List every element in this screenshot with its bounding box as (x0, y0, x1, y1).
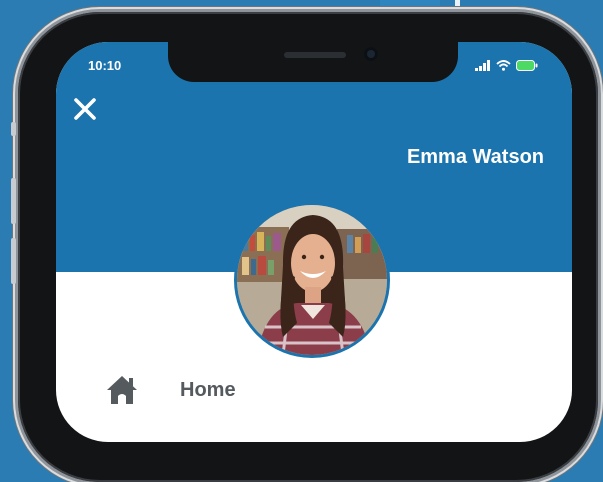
volume-down-button (11, 238, 16, 284)
home-icon-wrapper (104, 372, 140, 408)
status-time: 10:10 (88, 58, 122, 73)
close-icon (74, 98, 96, 120)
volume-up-button (11, 178, 16, 224)
user-name: Emma Watson (406, 146, 544, 168)
mute-switch (11, 122, 16, 136)
speaker-grille (284, 52, 346, 58)
menu-item-label: Home (180, 378, 236, 401)
background-shape (380, 0, 440, 8)
background-accent (455, 0, 460, 10)
front-camera (364, 47, 378, 61)
profile-photo (237, 205, 387, 355)
wifi-icon (496, 59, 511, 71)
phone-notch (168, 42, 458, 82)
close-button[interactable] (72, 96, 98, 122)
signal-icon (475, 59, 490, 71)
menu-item-home[interactable]: Home (104, 368, 524, 412)
avatar[interactable] (234, 202, 390, 358)
battery-icon (516, 59, 538, 71)
home-icon (107, 376, 137, 404)
app-screen: 10:10 Emma Watson Home (56, 42, 572, 442)
status-icons (475, 59, 538, 71)
